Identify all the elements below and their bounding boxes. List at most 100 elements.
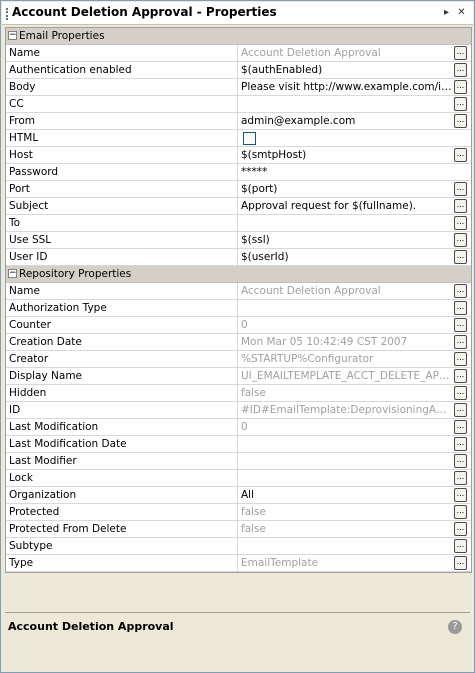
title-bar[interactable]: Account Deletion Approval - Properties ▸… bbox=[2, 2, 473, 25]
property-name: Counter bbox=[6, 317, 238, 333]
property-row[interactable]: Name Account Deletion Approval... bbox=[6, 283, 471, 300]
property-value[interactable]: %STARTUP%Configurator bbox=[239, 351, 453, 367]
property-row[interactable]: Body Please visit http://www.example.com/… bbox=[6, 79, 471, 96]
edit-ellipsis-button[interactable]: ... bbox=[454, 250, 467, 264]
repository-properties-category[interactable]: − Repository Properties bbox=[6, 266, 471, 283]
drag-grip-icon[interactable] bbox=[6, 8, 10, 20]
property-row[interactable]: CC... bbox=[6, 96, 471, 113]
property-row[interactable]: User ID $(userId)... bbox=[6, 249, 471, 266]
edit-ellipsis-button[interactable]: ... bbox=[454, 216, 467, 230]
property-value[interactable] bbox=[239, 215, 453, 231]
property-value[interactable]: admin@example.com bbox=[239, 113, 453, 129]
property-name: Subject bbox=[6, 198, 238, 214]
property-value[interactable]: Approval request for $(fullname). bbox=[239, 198, 453, 214]
property-value[interactable]: UI_EMAILTEMPLATE_ACCT_DELETE_APPROVAL bbox=[239, 368, 453, 384]
property-value[interactable] bbox=[239, 453, 453, 469]
help-icon[interactable]: ? bbox=[448, 620, 462, 634]
property-value[interactable]: 0 bbox=[239, 317, 453, 333]
property-row[interactable]: Authorization Type... bbox=[6, 300, 471, 317]
property-value[interactable]: $(authEnabled) bbox=[239, 62, 453, 78]
property-row[interactable]: Organization All... bbox=[6, 487, 471, 504]
edit-ellipsis-button[interactable]: ... bbox=[454, 148, 467, 162]
edit-ellipsis-button[interactable]: ... bbox=[454, 114, 467, 128]
edit-ellipsis-button[interactable]: ... bbox=[454, 505, 467, 519]
property-value[interactable]: #ID#EmailTemplate:DeprovisioningApproval… bbox=[239, 402, 453, 418]
edit-ellipsis-button[interactable]: ... bbox=[454, 46, 467, 60]
edit-ellipsis-button[interactable]: ... bbox=[454, 556, 467, 570]
property-row[interactable]: Name Account Deletion Approval... bbox=[6, 45, 471, 62]
collapse-icon[interactable]: − bbox=[8, 31, 17, 40]
edit-ellipsis-button[interactable]: ... bbox=[454, 403, 467, 417]
property-row[interactable]: From admin@example.com... bbox=[6, 113, 471, 130]
property-row[interactable]: Lock... bbox=[6, 470, 471, 487]
edit-ellipsis-button[interactable]: ... bbox=[454, 352, 467, 366]
property-row[interactable]: Last Modifier... bbox=[6, 453, 471, 470]
property-value[interactable]: 0 bbox=[239, 419, 453, 435]
property-row[interactable]: Type EmailTemplate... bbox=[6, 555, 471, 572]
property-row[interactable]: Last Modification 0... bbox=[6, 419, 471, 436]
dock-icon[interactable]: ▸ bbox=[441, 7, 452, 18]
edit-ellipsis-button[interactable]: ... bbox=[454, 80, 467, 94]
property-row[interactable]: HTML bbox=[6, 130, 471, 147]
property-value[interactable]: $(port) bbox=[239, 181, 453, 197]
edit-ellipsis-button[interactable]: ... bbox=[454, 437, 467, 451]
property-row[interactable]: Password ***** bbox=[6, 164, 471, 181]
edit-ellipsis-button[interactable]: ... bbox=[454, 420, 467, 434]
property-value[interactable]: $(smtpHost) bbox=[239, 147, 453, 163]
edit-ellipsis-button[interactable]: ... bbox=[454, 63, 467, 77]
property-value[interactable]: EmailTemplate bbox=[239, 555, 453, 571]
html-checkbox[interactable] bbox=[243, 132, 256, 145]
property-row[interactable]: Protected false... bbox=[6, 504, 471, 521]
property-value[interactable] bbox=[239, 470, 453, 486]
collapse-icon[interactable]: − bbox=[8, 269, 17, 278]
property-row[interactable]: Port $(port)... bbox=[6, 181, 471, 198]
edit-ellipsis-button[interactable]: ... bbox=[454, 539, 467, 553]
edit-ellipsis-button[interactable]: ... bbox=[454, 335, 467, 349]
property-row[interactable]: Subject Approval request for $(fullname).… bbox=[6, 198, 471, 215]
edit-ellipsis-button[interactable]: ... bbox=[454, 97, 467, 111]
property-row[interactable]: Creator %STARTUP%Configurator... bbox=[6, 351, 471, 368]
edit-ellipsis-button[interactable]: ... bbox=[454, 301, 467, 315]
property-name: HTML bbox=[6, 130, 238, 146]
property-row[interactable]: Subtype... bbox=[6, 538, 471, 555]
property-value[interactable]: $(userId) bbox=[239, 249, 453, 265]
property-row[interactable]: To... bbox=[6, 215, 471, 232]
edit-ellipsis-button[interactable]: ... bbox=[454, 454, 467, 468]
property-row[interactable]: Display Name UI_EMAILTEMPLATE_ACCT_DELETE… bbox=[6, 368, 471, 385]
email-properties-category[interactable]: − Email Properties bbox=[6, 28, 471, 45]
property-value[interactable]: Account Deletion Approval bbox=[239, 283, 453, 299]
property-value[interactable]: Account Deletion Approval bbox=[239, 45, 453, 61]
property-value[interactable]: Mon Mar 05 10:42:49 CST 2007 bbox=[239, 334, 453, 350]
property-value[interactable]: $(ssl) bbox=[239, 232, 453, 248]
property-value[interactable]: false bbox=[239, 385, 453, 401]
property-value[interactable]: ***** bbox=[239, 164, 453, 180]
edit-ellipsis-button[interactable]: ... bbox=[454, 182, 467, 196]
close-icon[interactable]: ✕ bbox=[456, 7, 467, 18]
property-row[interactable]: Hidden false... bbox=[6, 385, 471, 402]
property-row[interactable]: Last Modification Date... bbox=[6, 436, 471, 453]
property-value[interactable]: All bbox=[239, 487, 453, 503]
edit-ellipsis-button[interactable]: ... bbox=[454, 471, 467, 485]
edit-ellipsis-button[interactable]: ... bbox=[454, 386, 467, 400]
edit-ellipsis-button[interactable]: ... bbox=[454, 233, 467, 247]
property-value[interactable] bbox=[239, 96, 453, 112]
property-value[interactable] bbox=[239, 300, 453, 316]
property-row[interactable]: Host $(smtpHost)... bbox=[6, 147, 471, 164]
property-value[interactable] bbox=[239, 538, 453, 554]
property-value[interactable]: Please visit http://www.example.com/idm/… bbox=[239, 79, 453, 95]
edit-ellipsis-button[interactable]: ... bbox=[454, 488, 467, 502]
edit-ellipsis-button[interactable]: ... bbox=[454, 199, 467, 213]
property-row[interactable]: ID#ID#EmailTemplate:DeprovisioningApprov… bbox=[6, 402, 471, 419]
edit-ellipsis-button[interactable]: ... bbox=[454, 522, 467, 536]
property-row[interactable]: Protected From Delete false... bbox=[6, 521, 471, 538]
property-row[interactable]: Counter 0... bbox=[6, 317, 471, 334]
property-row[interactable]: Use SSL $(ssl)... bbox=[6, 232, 471, 249]
property-value[interactable]: false bbox=[239, 504, 453, 520]
property-row[interactable]: Authentication enabled $(authEnabled)... bbox=[6, 62, 471, 79]
property-row[interactable]: Creation Date Mon Mar 05 10:42:49 CST 200… bbox=[6, 334, 471, 351]
property-value[interactable] bbox=[239, 436, 453, 452]
edit-ellipsis-button[interactable]: ... bbox=[454, 284, 467, 298]
edit-ellipsis-button[interactable]: ... bbox=[454, 318, 467, 332]
edit-ellipsis-button[interactable]: ... bbox=[454, 369, 467, 383]
property-value[interactable]: false bbox=[239, 521, 453, 537]
